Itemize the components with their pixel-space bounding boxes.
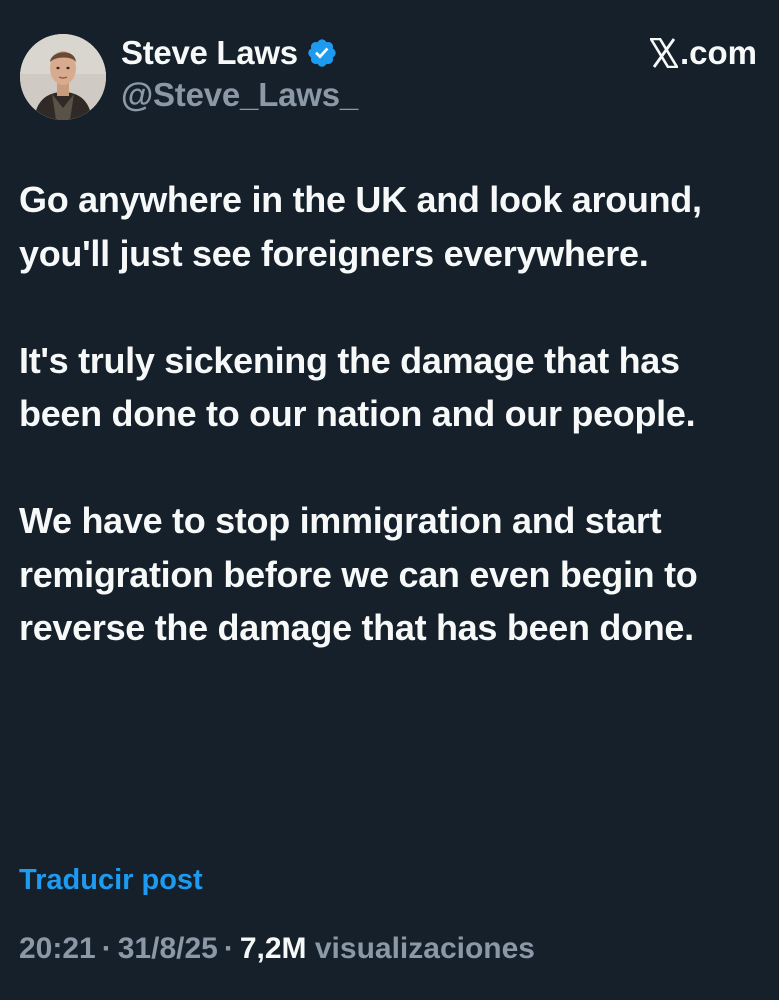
x-logo-icon [648, 37, 680, 69]
post-meta: 20:21 · 31/8/25 · 7,2M visualizaciones [19, 932, 535, 966]
views-count: 7,2M [239, 932, 307, 965]
author-info: Steve Laws @Steve_Laws_ [121, 34, 358, 114]
meta-separator: · [101, 932, 112, 965]
post-text: Go anywhere in the UK and look around, y… [19, 173, 759, 655]
translate-post-link[interactable]: Traducir post [19, 864, 203, 897]
brand-watermark: .com [648, 34, 757, 72]
post-paragraph: Go anywhere in the UK and look around, y… [19, 179, 702, 274]
verified-badge-icon[interactable] [306, 37, 338, 69]
post-paragraph: It's truly sickening the damage that has… [19, 339, 696, 435]
post-paragraph: We have to stop immigration and start re… [19, 500, 698, 648]
profile-photo [20, 34, 106, 120]
avatar[interactable] [20, 34, 106, 120]
post-date[interactable]: 31/8/25 [118, 932, 218, 965]
display-name[interactable]: Steve Laws [121, 34, 298, 72]
author-handle[interactable]: @Steve_Laws_ [121, 76, 358, 114]
post-time[interactable]: 20:21 [19, 932, 96, 965]
meta-separator: · [223, 932, 234, 965]
post-header: Steve Laws @Steve_Laws_ .com [20, 34, 759, 124]
views-label: visualizaciones [314, 932, 535, 965]
brand-domain: .com [679, 34, 757, 71]
display-name-row: Steve Laws [121, 34, 358, 72]
